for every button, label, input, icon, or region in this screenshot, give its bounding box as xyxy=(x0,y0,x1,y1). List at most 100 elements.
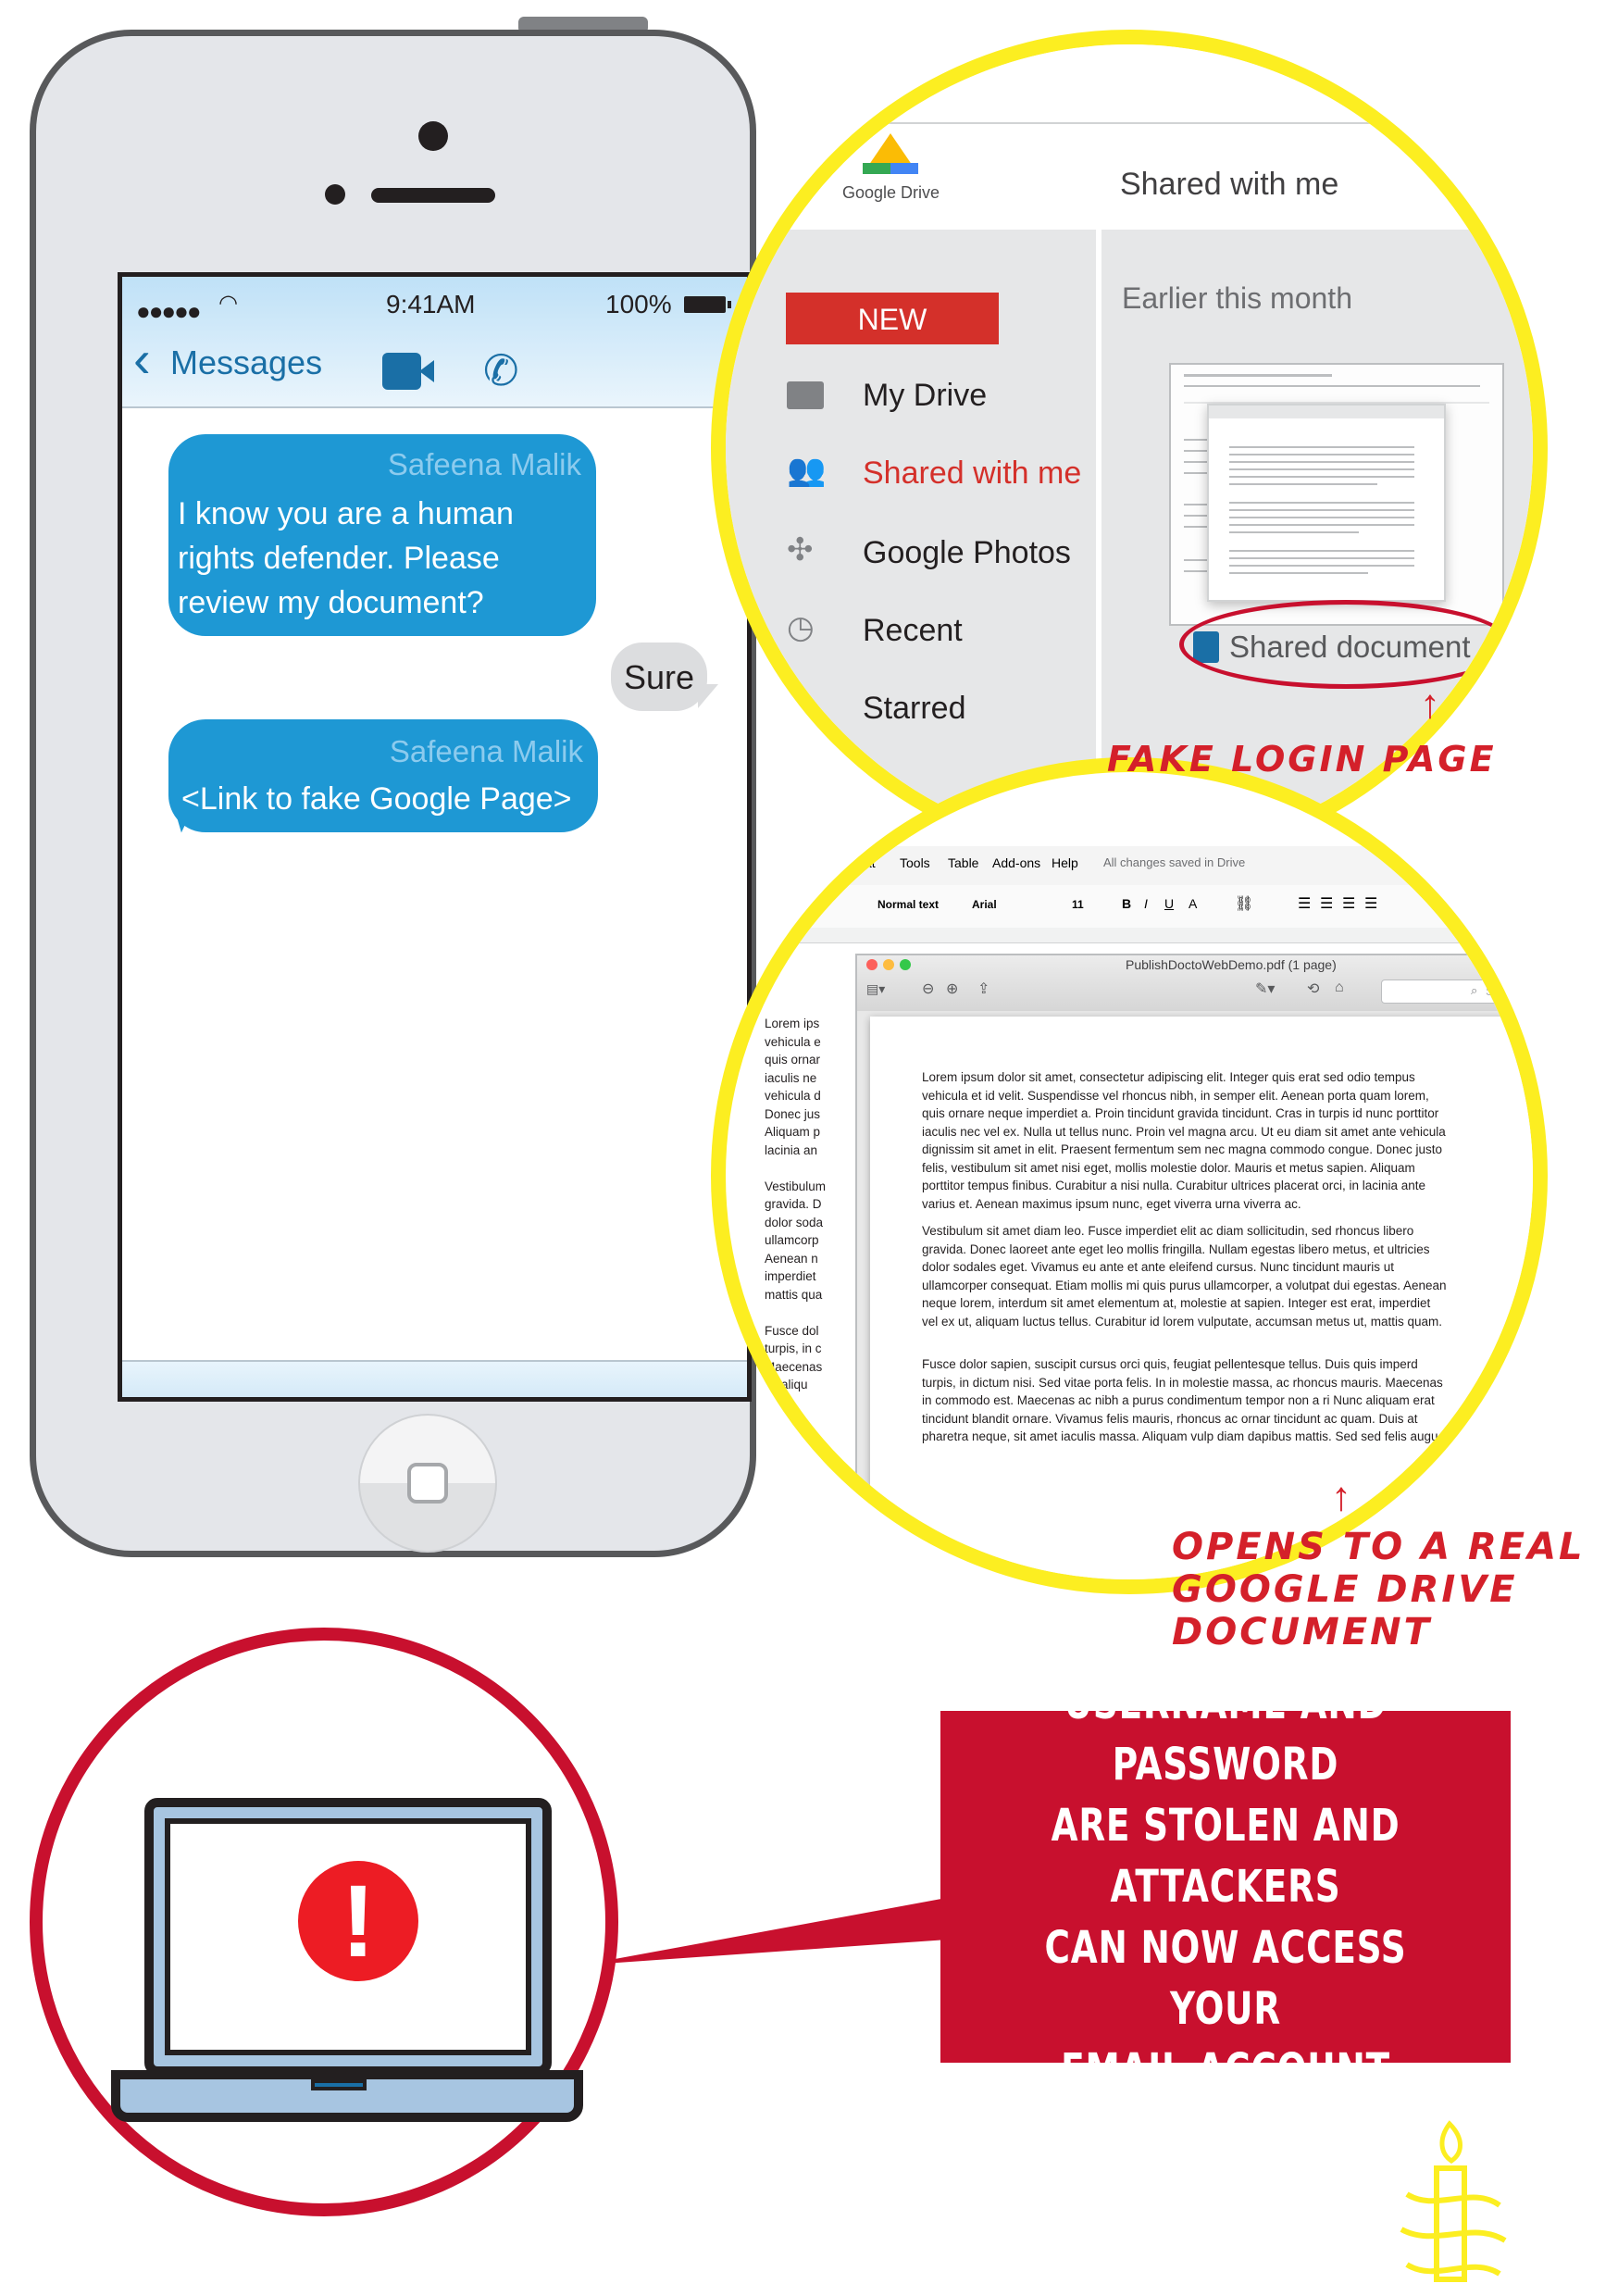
search-field[interactable]: ⌕ Search xyxy=(1381,980,1533,1004)
zoom-in-icon[interactable]: ⊕ xyxy=(946,980,958,998)
left-col-line: Maecenas xyxy=(765,1359,823,1374)
doc-paragraph: Vestibulum sit amet diam leo. Fusce impe… xyxy=(922,1224,1447,1329)
arrow-up-icon: ↑ xyxy=(1420,681,1440,727)
laptop-alert-circle: ! xyxy=(30,1628,618,2216)
left-col-line: vehicula d xyxy=(765,1089,821,1103)
left-col-line: quis ornar xyxy=(765,1053,821,1067)
video-call-icon[interactable] xyxy=(382,353,421,390)
drive-logo-label: Google Drive xyxy=(842,183,940,202)
style-select[interactable]: Normal text xyxy=(877,898,939,911)
left-col-line: iaculis ne xyxy=(765,1070,817,1085)
drive-header: Google Drive Shared with me xyxy=(726,44,1533,230)
left-col-line: Fusce dol xyxy=(765,1323,819,1338)
pdf-page: Lorem ipsum dolor sit amet, consectetur … xyxy=(870,1017,1533,1579)
clock-icon: ◷ xyxy=(787,610,815,645)
nav-label: My Drive xyxy=(863,378,988,413)
menu-item[interactable]: Help xyxy=(1052,855,1078,870)
left-col-line: Donec jus xyxy=(765,1106,821,1121)
sidebar-toggle-icon[interactable]: ▤▾ xyxy=(866,981,885,997)
pdf-window-title: PublishDoctoWebDemo.pdf (1 page) xyxy=(1126,957,1337,972)
align-left-icon[interactable]: ☰ xyxy=(1298,894,1311,913)
phone-call-icon[interactable]: ✆ xyxy=(483,345,519,395)
align-right-icon[interactable]: ☰ xyxy=(1342,894,1355,913)
laptop-notch xyxy=(311,2079,367,2090)
align-center-icon[interactable]: ☰ xyxy=(1320,894,1333,913)
status-battery-percent: 100% xyxy=(605,290,672,318)
status-time: 9:41AM xyxy=(386,290,476,318)
left-col-line xyxy=(765,1304,839,1322)
message-sender: Safeena Malik xyxy=(387,447,581,481)
alert-icon: ! xyxy=(298,1861,418,1981)
menu-item[interactable]: Tools xyxy=(900,855,930,870)
real-doc-annotation-line: OPENS TO A REAL xyxy=(1172,1526,1586,1568)
new-button[interactable]: NEW xyxy=(786,293,999,344)
left-col-line: ant a xyxy=(765,1395,793,1410)
laptop-screen: ! xyxy=(144,1798,552,2076)
signal-icon: ●●●●● xyxy=(136,297,202,325)
link-icon[interactable]: ⛓ xyxy=(1235,894,1253,913)
docs-menu-bar: at Tools Table Add-ons Help All changes … xyxy=(726,846,1533,887)
warning-line: CAN NOW ACCESS YOUR xyxy=(1044,1922,1407,2035)
doc-paragraph: Fusce dolor sapien, suscipit cursus orci… xyxy=(922,1357,1449,1443)
toolbox-icon[interactable]: ⌂ xyxy=(1335,980,1344,996)
bold-icon[interactable]: B xyxy=(1122,896,1131,911)
incoming-message-bubble[interactable]: Safeena Malik <Link to fake Google Page> xyxy=(168,719,598,832)
left-col-line: Vestibulum xyxy=(765,1179,827,1193)
left-col-line: mattis qua xyxy=(765,1287,823,1302)
size-select[interactable]: 11 xyxy=(1072,898,1084,911)
doc-paragraph: Lorem ipsum dolor sit amet, consectetur … xyxy=(922,1070,1446,1211)
menu-item[interactable]: at xyxy=(865,855,876,870)
font-select[interactable]: Arial xyxy=(972,898,997,911)
google-drive-logo-icon-green xyxy=(863,163,890,174)
warning-line: ARE STOLEN AND ATTACKERS xyxy=(1051,1800,1400,1913)
arrow-up-icon: ↑ xyxy=(1331,1474,1351,1519)
left-col-line: ullamcorp xyxy=(765,1233,819,1247)
incoming-message-bubble: Safeena Malik I know you are a human rig… xyxy=(168,434,596,636)
back-label: Messages xyxy=(170,343,323,381)
fake-link-text[interactable]: <Link to fake Google Page> xyxy=(181,777,589,821)
nav-label: Google Photos xyxy=(863,535,1071,570)
outgoing-message-bubble: Sure xyxy=(611,643,707,711)
speaker-grille xyxy=(371,188,495,203)
phone-illustration: ●●●●● ◠ 9:41AM 100% ‹ Messages ✆ Safeena… xyxy=(30,30,756,1557)
left-col-line: gravida. D xyxy=(765,1197,822,1211)
save-status: All changes saved in Drive xyxy=(1103,855,1246,869)
left-col-line: Aenean n xyxy=(765,1251,818,1266)
header-divider xyxy=(855,122,1533,124)
messages-header: ●●●●● ◠ 9:41AM 100% ‹ Messages ✆ xyxy=(122,277,747,408)
italic-icon[interactable]: I xyxy=(1144,896,1148,911)
folder-icon xyxy=(787,381,824,409)
background-doc-left-column: Lorem ips vehicula e quis ornar iaculis … xyxy=(765,1015,839,1430)
text-color-icon[interactable]: A xyxy=(1189,896,1197,911)
people-icon: 👥 xyxy=(787,453,827,488)
minimize-window-icon[interactable] xyxy=(883,959,894,970)
search-placeholder: Search xyxy=(1486,984,1525,998)
menu-item[interactable]: Add-ons xyxy=(992,855,1040,870)
back-button[interactable]: ‹ Messages xyxy=(131,330,354,390)
section-label: Earlier this month xyxy=(1122,281,1352,315)
share-icon[interactable]: ⇪ xyxy=(977,980,989,998)
message-input-bar[interactable] xyxy=(122,1360,747,1397)
home-button[interactable] xyxy=(358,1414,497,1553)
close-window-icon[interactable] xyxy=(866,959,877,970)
laptop-display: ! xyxy=(165,1818,531,2055)
zoom-out-icon[interactable]: ⊖ xyxy=(922,980,934,998)
left-col-line: m xyxy=(765,1414,776,1428)
menu-item[interactable]: Table xyxy=(948,855,978,870)
message-text: Sure xyxy=(624,658,695,696)
markup-icon[interactable]: ✎▾ xyxy=(1255,980,1275,998)
pdf-preview-window: PublishDoctoWebDemo.pdf (1 page) ▤▾ ⊖ ⊕ … xyxy=(855,954,1533,1579)
real-doc-annotation-line: GOOGLE DRIVE xyxy=(1172,1568,1518,1611)
docs-ruler xyxy=(726,928,1533,943)
justify-icon[interactable]: ☰ xyxy=(1364,894,1377,913)
rotate-icon[interactable]: ⟲ xyxy=(1307,980,1319,998)
zoom-window-icon[interactable] xyxy=(900,959,911,970)
left-col-line: turpis, in c xyxy=(765,1341,822,1355)
left-col-line xyxy=(765,1159,839,1178)
phone-screen: ●●●●● ◠ 9:41AM 100% ‹ Messages ✆ Safeena… xyxy=(118,272,752,1402)
underline-icon[interactable]: U xyxy=(1164,896,1174,911)
nav-label: Recent xyxy=(863,613,963,648)
fake-login-annotation: FAKE LOGIN PAGE xyxy=(1107,739,1497,780)
highlight-ellipse xyxy=(1179,600,1512,689)
photos-pinwheel-icon: ✣ xyxy=(787,532,814,568)
